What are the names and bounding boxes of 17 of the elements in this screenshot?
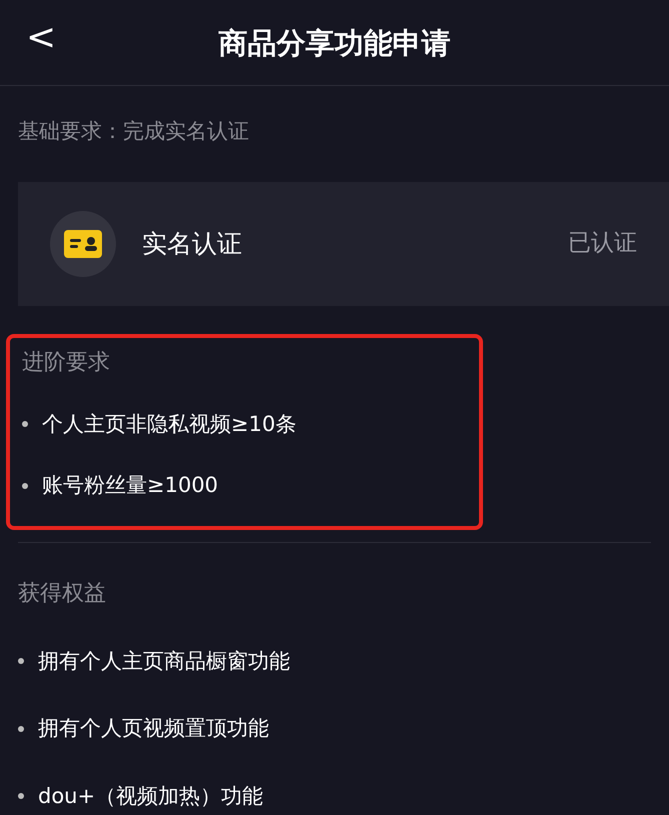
list-item-text: 拥有个人页视频置顶功能 bbox=[38, 715, 269, 742]
list-item-text: 个人主页非隐私视频≥10条 bbox=[42, 410, 296, 438]
bullet-icon bbox=[22, 421, 28, 428]
page-title: 商品分享功能申请 bbox=[218, 26, 450, 60]
bullet-icon bbox=[18, 658, 24, 664]
list-item-text: 账号粉丝量≥1000 bbox=[42, 472, 218, 499]
bullet-icon bbox=[18, 726, 24, 732]
bullet-icon bbox=[18, 793, 24, 800]
back-button[interactable]: < bbox=[22, 20, 60, 56]
list-item-text: dou+（视频加热）功能 bbox=[38, 782, 264, 810]
list-item-text: 拥有个人主页商品橱窗功能 bbox=[38, 648, 290, 674]
verification-name: 实名认证 bbox=[142, 228, 243, 260]
section-title: 获得权益 bbox=[18, 580, 107, 608]
verification-status: 已认证 bbox=[568, 229, 637, 258]
section-title: 进阶要求 bbox=[22, 348, 111, 376]
basic-requirement-label: 基础要求：完成实名认证 bbox=[17, 118, 250, 145]
bullet-icon bbox=[22, 482, 28, 489]
